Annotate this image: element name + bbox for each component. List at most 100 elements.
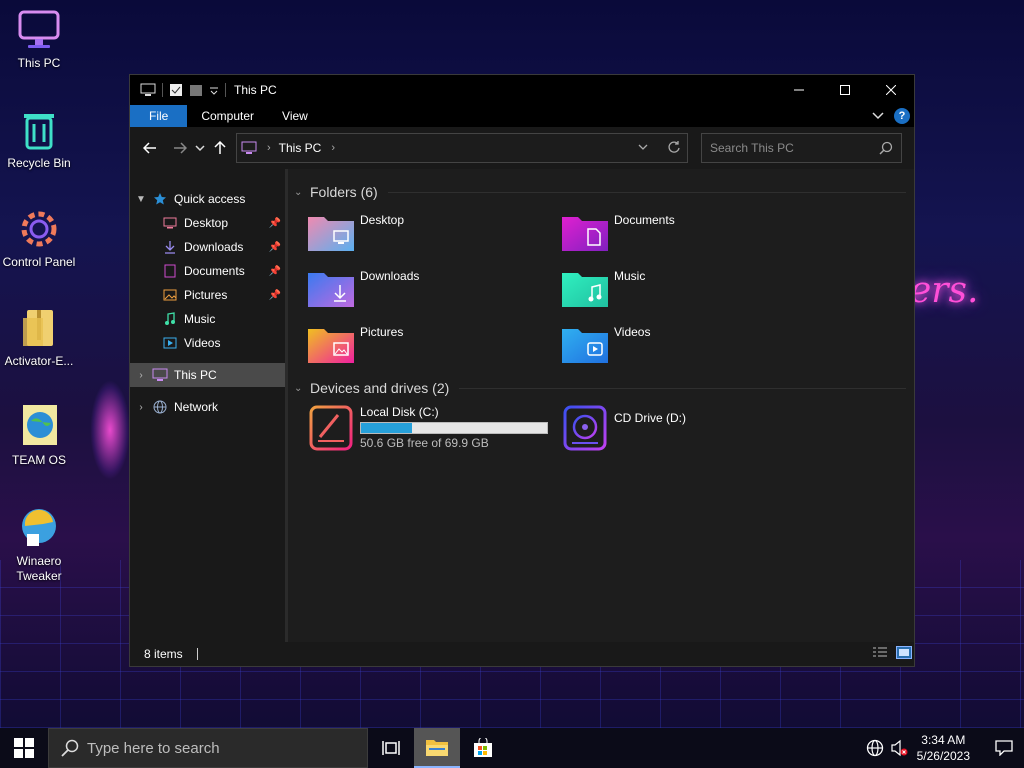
folder-tile-desktop[interactable]: Desktop: [308, 211, 562, 255]
group-title: Devices and drives (2): [310, 380, 450, 396]
folder-name: Documents: [614, 213, 675, 227]
drive-info: CD Drive (D:): [614, 405, 686, 455]
drive-info: Local Disk (C:) 50.6 GB free of 69.9 GB: [360, 405, 548, 455]
properties-icon[interactable]: [169, 83, 183, 97]
ribbon-tabs: File Computer View ?: [130, 105, 914, 127]
chevron-right-icon[interactable]: ›: [130, 402, 152, 413]
arrow-right-icon: [174, 142, 187, 154]
folder-tile-downloads[interactable]: Downloads: [308, 267, 562, 311]
folder-tile-documents[interactable]: Documents: [562, 211, 816, 255]
download-icon: [162, 239, 178, 255]
drive-usage-bar: [360, 422, 548, 434]
folder-tile-pictures[interactable]: Pictures: [308, 323, 562, 367]
sidebar-item-documents[interactable]: Documents 📌: [130, 259, 285, 283]
tab-computer[interactable]: Computer: [187, 105, 268, 127]
pin-icon[interactable]: 📌: [269, 290, 281, 301]
maximize-button[interactable]: [822, 75, 868, 105]
volume-tray-button[interactable]: [887, 728, 911, 768]
computer-icon: [140, 83, 156, 96]
breadcrumb[interactable]: This PC: [279, 141, 322, 155]
chevron-right-icon[interactable]: ›: [130, 370, 152, 381]
desktop-icon-team-os[interactable]: TEAM OS: [0, 403, 78, 468]
folder-tile-music[interactable]: Music: [562, 267, 816, 311]
sidebar-item-pictures[interactable]: Pictures 📌: [130, 283, 285, 307]
desktop-folder-icon: [308, 217, 354, 251]
sidebar-item-music[interactable]: Music: [130, 307, 285, 331]
desktop-icon-recycle-bin[interactable]: Recycle Bin: [0, 106, 78, 171]
taskbar-search-input[interactable]: [87, 739, 347, 757]
desktop-icon-this-pc[interactable]: This PC: [0, 6, 78, 71]
details-view-icon[interactable]: [872, 646, 888, 660]
sidebar-item-label: Music: [184, 312, 216, 326]
forward-button[interactable]: [168, 136, 192, 160]
drive-tile-c[interactable]: Local Disk (C:) 50.6 GB free of 69.9 GB: [308, 405, 562, 455]
chevron-down-icon[interactable]: [637, 140, 649, 154]
search-box[interactable]: [701, 133, 902, 163]
network-tray-button[interactable]: [863, 728, 887, 768]
sidebar-item-downloads[interactable]: Downloads 📌: [130, 235, 285, 259]
breadcrumb-separator-icon[interactable]: ›: [267, 142, 271, 154]
sidebar-item-label: Desktop: [184, 216, 229, 230]
breadcrumb-separator-icon[interactable]: ›: [331, 142, 335, 154]
arrow-up-icon: [214, 141, 226, 154]
explorer-body: ▼ Quick access Desktop 📌 Downloads 📌 Doc…: [130, 169, 914, 642]
desktop-icon-winaero-tweaker[interactable]: Winaero Tweaker: [0, 504, 78, 584]
address-bar-actions: [637, 140, 681, 154]
cd-drive-icon: [563, 405, 607, 451]
taskbar-app-store[interactable]: [460, 728, 506, 768]
title-bar[interactable]: This PC: [130, 75, 914, 105]
recent-locations-button[interactable]: [192, 136, 208, 160]
folder-tile-videos[interactable]: Videos: [562, 323, 816, 367]
expand-ribbon-icon[interactable]: [872, 111, 884, 121]
minimize-button[interactable]: [776, 75, 822, 105]
notification-center-button[interactable]: [984, 728, 1024, 768]
desktop-icon-control-panel[interactable]: Control Panel: [0, 205, 78, 270]
group-header-folders[interactable]: ⌄ Folders (6): [294, 179, 914, 205]
sidebar-item-videos[interactable]: Videos: [130, 331, 285, 355]
customize-toolbar-icon[interactable]: [209, 83, 219, 97]
chevron-down-icon[interactable]: ▼: [130, 194, 152, 205]
toolbar-separator: [162, 83, 163, 97]
start-button[interactable]: [0, 728, 48, 768]
group-header-devices[interactable]: ⌄ Devices and drives (2): [294, 375, 914, 401]
sidebar-item-desktop[interactable]: Desktop 📌: [130, 211, 285, 235]
taskbar-app-file-explorer[interactable]: [414, 728, 460, 768]
refresh-icon[interactable]: [667, 140, 681, 154]
folder-name: Videos: [614, 325, 651, 339]
recycle-bin-icon: [24, 114, 54, 150]
large-icons-view-icon[interactable]: [896, 646, 912, 660]
pin-icon[interactable]: 📌: [269, 218, 281, 229]
music-icon: [162, 311, 178, 327]
sidebar-item-label: Quick access: [174, 192, 246, 206]
desktop-icon-activator[interactable]: Activator-E...: [0, 304, 78, 369]
task-view-button[interactable]: [368, 728, 414, 768]
taskbar-search[interactable]: [48, 728, 368, 768]
wallpaper-neon-glow: [90, 380, 130, 480]
folders-grid: Desktop Documents Downloads Music Pictur…: [294, 211, 914, 367]
sidebar-item-this-pc[interactable]: › This PC: [130, 363, 285, 387]
close-button[interactable]: [868, 75, 914, 105]
divider: [387, 191, 906, 193]
navigation-bar: › This PC ›: [130, 127, 914, 169]
drive-tile-d[interactable]: CD Drive (D:): [562, 405, 816, 455]
address-bar[interactable]: › This PC ›: [236, 133, 688, 163]
toolbar-separator: [225, 83, 226, 97]
chevron-down-icon[interactable]: ⌄: [294, 383, 310, 394]
pin-icon[interactable]: 📌: [269, 242, 281, 253]
back-button[interactable]: [138, 136, 162, 160]
help-icon[interactable]: ?: [894, 108, 910, 124]
sidebar-item-quick-access[interactable]: ▼ Quick access: [130, 187, 285, 211]
quick-access-toolbar: [130, 83, 226, 97]
sidebar-item-network[interactable]: › Network: [130, 395, 285, 419]
search-icon: [879, 141, 893, 155]
desktop-folder-icon: [162, 215, 178, 231]
tab-view[interactable]: View: [268, 105, 322, 127]
up-button[interactable]: [208, 136, 232, 160]
chevron-down-icon[interactable]: ⌄: [294, 187, 310, 198]
search-input[interactable]: [710, 141, 870, 155]
pin-icon[interactable]: 📌: [269, 266, 281, 277]
wallpaper-neon-text: ers.: [910, 270, 979, 311]
clock[interactable]: 3:34 AM 5/26/2023: [917, 732, 970, 764]
tab-file[interactable]: File: [130, 105, 188, 127]
new-folder-icon[interactable]: [189, 83, 203, 97]
